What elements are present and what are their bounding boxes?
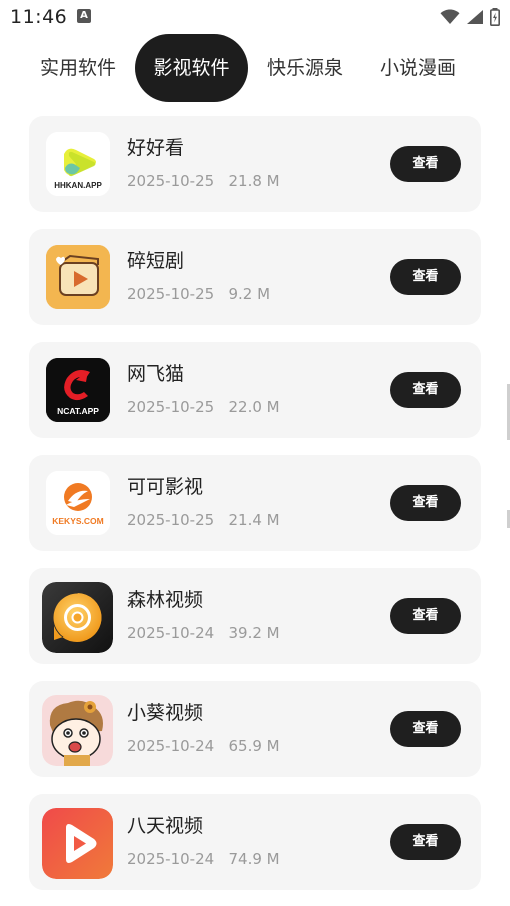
app-size: 9.2 M	[228, 285, 271, 303]
app-name: 八天视频	[127, 815, 204, 837]
status-icons	[440, 7, 500, 27]
tab-practical-software[interactable]: 实用软件	[28, 34, 128, 102]
hhkan-logo-icon: HHKAN.APP	[46, 132, 110, 196]
signal-icon	[467, 10, 483, 24]
app-size: 39.2 M	[228, 624, 280, 642]
app-date: 2025-10-25	[127, 398, 215, 416]
view-button[interactable]: 查看	[390, 824, 461, 860]
view-button[interactable]: 查看	[390, 711, 461, 747]
hhkan-logo-text: HHKAN.APP	[54, 181, 102, 190]
app-meta: 2025-10-24 74.9 M	[127, 850, 280, 868]
battery-icon	[490, 8, 500, 26]
category-tabs: 实用软件 影视软件 快乐源泉 小说漫画	[0, 34, 510, 102]
app-name: 碎短剧	[127, 250, 185, 272]
status-time: 11:46	[10, 6, 68, 28]
app-name: 好好看	[127, 137, 185, 159]
app-card[interactable]: 八天视频 2025-10-24 74.9 M 查看	[29, 794, 481, 890]
tab-novel-comics[interactable]: 小说漫画	[368, 34, 468, 102]
app-card[interactable]: 碎短剧 2025-10-25 9.2 M 查看	[29, 229, 481, 325]
app-name: 小葵视频	[127, 702, 204, 724]
app-meta: 2025-10-25 9.2 M	[127, 285, 270, 303]
tab-video-software[interactable]: 影视软件	[135, 34, 248, 102]
wifi-icon	[440, 9, 460, 24]
status-bar: 11:46 A	[0, 0, 510, 36]
view-button[interactable]: 查看	[390, 485, 461, 521]
app-size: 21.8 M	[228, 172, 280, 190]
app-card[interactable]: HHKAN.APP 好好看 2025-10-25 21.8 M 查看	[29, 116, 481, 212]
notification-a-icon: A	[77, 9, 91, 23]
app-date: 2025-10-24	[127, 850, 215, 868]
ncat-logo-icon: NCAT.APP	[46, 358, 110, 422]
cartoon-kid-icon	[42, 695, 113, 766]
view-button[interactable]: 查看	[390, 259, 461, 295]
tab-happy-source[interactable]: 快乐源泉	[255, 34, 355, 102]
app-card[interactable]: 小葵视频 2025-10-24 65.9 M 查看	[29, 681, 481, 777]
app-card[interactable]: KEKYS.COM 可可影视 2025-10-25 21.4 M 查看	[29, 455, 481, 551]
ncat-logo-text: NCAT.APP	[57, 406, 99, 416]
app-meta: 2025-10-24 39.2 M	[127, 624, 280, 642]
app-meta: 2025-10-24 65.9 M	[127, 737, 280, 755]
app-date: 2025-10-25	[127, 172, 215, 190]
app-name: 森林视频	[127, 589, 204, 611]
red-play-icon	[42, 808, 113, 879]
app-date: 2025-10-24	[127, 737, 215, 755]
app-date: 2025-10-24	[127, 624, 215, 642]
app-name: 网飞猫	[127, 363, 185, 385]
app-size: 65.9 M	[228, 737, 280, 755]
app-meta: 2025-10-25 21.8 M	[127, 172, 280, 190]
view-button[interactable]: 查看	[390, 598, 461, 634]
app-date: 2025-10-25	[127, 511, 215, 529]
app-card[interactable]: NCAT.APP 网飞猫 2025-10-25 22.0 M 查看	[29, 342, 481, 438]
app-meta: 2025-10-25 22.0 M	[127, 398, 280, 416]
app-size: 22.0 M	[228, 398, 280, 416]
orange-lens-icon	[42, 582, 113, 653]
kekys-logo-icon: KEKYS.COM	[46, 471, 110, 535]
view-button[interactable]: 查看	[390, 372, 461, 408]
clapperboard-play-icon	[46, 245, 110, 309]
view-button[interactable]: 查看	[390, 146, 461, 182]
kekys-logo-text: KEKYS.COM	[52, 516, 103, 526]
app-size: 74.9 M	[228, 850, 280, 868]
app-date: 2025-10-25	[127, 285, 215, 303]
app-size: 21.4 M	[228, 511, 280, 529]
app-name: 可可影视	[127, 476, 204, 498]
app-meta: 2025-10-25 21.4 M	[127, 511, 280, 529]
app-card[interactable]: 森林视频 2025-10-24 39.2 M 查看	[29, 568, 481, 664]
